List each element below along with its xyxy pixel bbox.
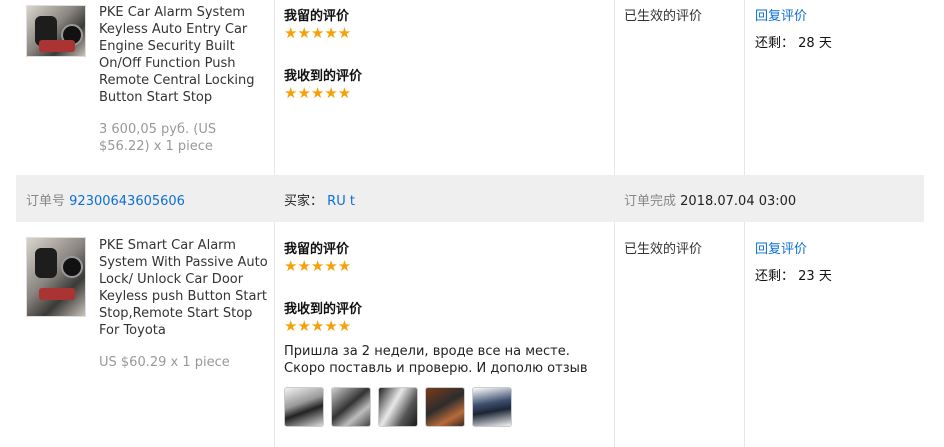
my-review-label: 我留的评价 (284, 9, 350, 24)
order-completed-date: 2018.07.04 03:00 (680, 194, 797, 209)
remaining-label: 还剩： (755, 36, 795, 51)
review-photo-thumbnail[interactable] (425, 387, 465, 427)
remaining-label: 还剩： (755, 269, 795, 284)
product-title-link[interactable]: PKE Car Alarm System Keyless Auto Entry … (99, 4, 269, 106)
product-image[interactable] (26, 5, 86, 57)
review-photo-thumbnail[interactable] (284, 387, 324, 427)
column-divider (744, 0, 745, 447)
review-status: 已生效的评价 (624, 9, 703, 24)
order-completed: 订单完成 2018.07.04 03:00 (624, 190, 796, 209)
remaining-value: 23 天 (798, 269, 832, 284)
order-completed-label: 订单完成 (624, 194, 677, 209)
my-review-label: 我留的评价 (284, 242, 350, 257)
remaining-value: 28 天 (798, 36, 832, 51)
buyer-label: 买家： (284, 194, 324, 209)
received-review-label: 我收到的评价 (284, 302, 363, 317)
product-image[interactable] (26, 237, 86, 317)
review-status: 已生效的评价 (624, 242, 703, 257)
remaining-days: 还剩： 28 天 (755, 32, 832, 51)
remaining-days: 还剩： 23 天 (755, 265, 832, 284)
review-photo-thumbnail[interactable] (331, 387, 371, 427)
reply-review-link[interactable]: 回复评价 (755, 238, 807, 257)
my-review-stars: ★★★★★ (284, 257, 352, 275)
column-divider (274, 0, 275, 447)
order-number-label: 订单号 (26, 194, 66, 209)
order-number-link[interactable]: 92300643605606 (69, 194, 185, 209)
my-review-stars: ★★★★★ (284, 24, 352, 42)
buyer: 买家： RU t (284, 190, 355, 209)
received-review-text: Пришла за 2 недели, вроде все на месте. … (284, 344, 588, 376)
product-price: US $60.29 x 1 piece (99, 355, 230, 370)
received-review-label: 我收到的评价 (284, 69, 363, 84)
product-price: 3 600,05 руб. (US $56.22) x 1 piece (99, 122, 217, 154)
order-number: 订单号 92300643605606 (26, 190, 185, 209)
buyer-name-link[interactable]: RU t (327, 194, 355, 209)
column-divider (614, 0, 615, 447)
received-review-stars: ★★★★★ (284, 84, 352, 102)
received-review-stars: ★★★★★ (284, 317, 352, 335)
review-photo-thumbnail[interactable] (472, 387, 512, 427)
review-photo-thumbnail[interactable] (378, 387, 418, 427)
reply-review-link[interactable]: 回复评价 (755, 5, 807, 24)
product-title-link[interactable]: PKE Smart Car Alarm System With Passive … (99, 237, 269, 339)
